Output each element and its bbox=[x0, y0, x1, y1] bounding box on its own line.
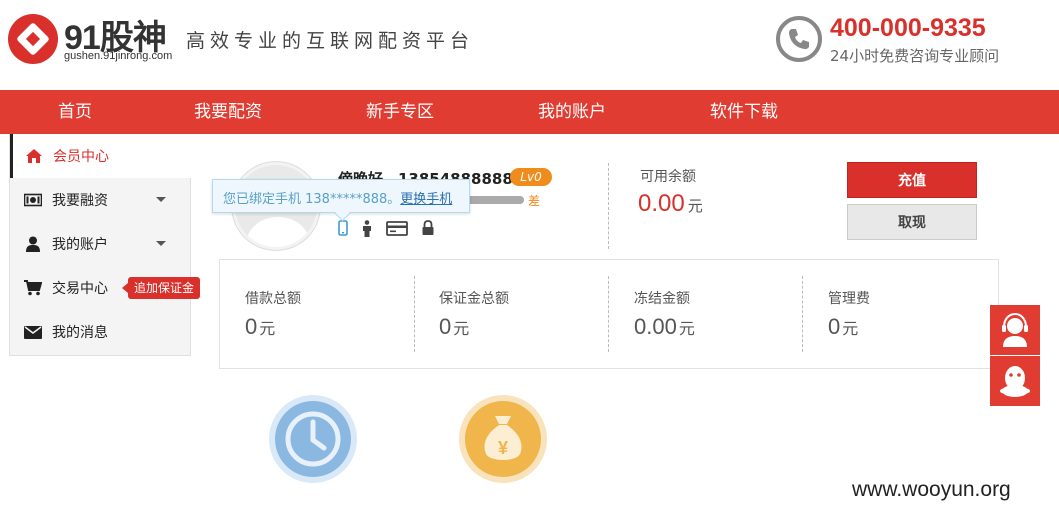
person-icon[interactable] bbox=[361, 220, 373, 238]
phone-binding-tooltip: 您已绑定手机 138*****888。更换手机 bbox=[212, 179, 470, 213]
stat-unit: 元 bbox=[678, 321, 695, 338]
sidebar-label: 我的消息 bbox=[52, 325, 108, 341]
envelope-icon bbox=[24, 326, 42, 339]
stat-amount: 0 bbox=[245, 314, 258, 339]
stat-unit: 元 bbox=[453, 321, 470, 338]
watermark: www.wooyun.org bbox=[852, 478, 1011, 501]
stat-label: 保证金总额 bbox=[439, 291, 509, 307]
clock-icon[interactable] bbox=[268, 394, 358, 484]
stat-label: 冻结金额 bbox=[634, 291, 690, 307]
sidebar-item-messages[interactable]: 我的消息 bbox=[10, 310, 192, 354]
stat-management-fee: 管理费 0元 bbox=[803, 260, 997, 368]
stat-amount: 0 bbox=[828, 314, 841, 339]
change-phone-link[interactable]: 更换手机 bbox=[400, 192, 452, 207]
logo-icon[interactable] bbox=[8, 14, 58, 64]
customer-service-button[interactable] bbox=[990, 305, 1040, 355]
stat-value: 0元 bbox=[245, 314, 275, 340]
add-margin-tag[interactable]: 追加保证金 bbox=[121, 277, 201, 299]
withdraw-button[interactable]: 取现 bbox=[847, 204, 977, 240]
qq-icon bbox=[1000, 366, 1030, 397]
sidebar-item-my-account[interactable]: 我的账户 bbox=[10, 222, 192, 266]
mobile-icon[interactable] bbox=[338, 220, 348, 236]
headset-icon bbox=[1002, 312, 1028, 347]
nav-home[interactable]: 首页 bbox=[58, 90, 92, 134]
chevron-down-icon[interactable] bbox=[156, 197, 166, 202]
phone-icon bbox=[776, 16, 822, 62]
money-bag-icon[interactable]: ¥ bbox=[458, 394, 548, 484]
nav-margin-financing[interactable]: 我要配资 bbox=[194, 90, 262, 134]
stat-unit: 元 bbox=[842, 321, 859, 338]
hotline-subtitle: 24小时免费咨询专业顾问 bbox=[830, 47, 1000, 65]
level-badge: Lv0 bbox=[510, 168, 552, 186]
site-header: 91股神 gushen.91jinrong.com 高效专业的互联网配资平台 4… bbox=[0, 0, 1059, 90]
sidebar-label: 会员中心 bbox=[53, 149, 109, 165]
security-strength-label: 差 bbox=[528, 194, 541, 208]
stat-margin-total: 保证金总额 0元 bbox=[414, 260, 608, 368]
stat-amount: 0 bbox=[439, 314, 452, 339]
divider bbox=[608, 163, 609, 249]
lock-icon[interactable] bbox=[421, 220, 435, 236]
stat-value: 0.00 元 bbox=[634, 314, 695, 340]
cart-icon bbox=[24, 280, 42, 296]
svg-text:¥: ¥ bbox=[498, 438, 508, 458]
sidebar: 会员中心 我要融资 我的账户 交易中心 我的消息 bbox=[9, 134, 192, 356]
nav-my-account[interactable]: 我的账户 bbox=[538, 90, 606, 134]
stat-unit: 元 bbox=[259, 321, 276, 338]
stat-label: 管理费 bbox=[828, 291, 870, 307]
sidebar-label: 交易中心 bbox=[52, 281, 108, 297]
available-balance-value: 0.00 元 bbox=[638, 190, 703, 218]
home-icon bbox=[26, 149, 42, 163]
stat-frozen-amount: 冻结金额 0.00 元 bbox=[609, 260, 803, 368]
account-stats-panel: 借款总额 0元 保证金总额 0元 冻结金额 0.00 元 管理费 0元 bbox=[219, 259, 999, 369]
logo-url: gushen.91jinrong.com bbox=[64, 50, 173, 62]
balance-amount: 0.00 bbox=[638, 190, 685, 217]
qq-chat-button[interactable] bbox=[990, 356, 1040, 406]
available-balance-label: 可用余额 bbox=[640, 169, 696, 185]
hotline-number: 400-000-9335 bbox=[830, 14, 986, 42]
tooltip-text: 您已绑定手机 138*****888。 bbox=[223, 192, 401, 207]
sidebar-item-member-center[interactable]: 会员中心 bbox=[10, 134, 192, 178]
stat-amount: 0.00 bbox=[634, 314, 677, 339]
main-nav: 首页 我要配资 新手专区 我的账户 软件下载 bbox=[0, 90, 1059, 134]
bank-card-icon[interactable] bbox=[386, 220, 408, 236]
money-icon bbox=[24, 193, 42, 207]
sidebar-label: 我要融资 bbox=[52, 193, 108, 209]
stat-label: 借款总额 bbox=[245, 291, 301, 307]
sidebar-item-financing[interactable]: 我要融资 bbox=[10, 178, 192, 222]
slogan: 高效专业的互联网配资平台 bbox=[186, 30, 475, 52]
stat-loan-total: 借款总额 0元 bbox=[220, 260, 414, 368]
nav-software-download[interactable]: 软件下载 bbox=[710, 90, 778, 134]
nav-beginner-zone[interactable]: 新手专区 bbox=[366, 90, 434, 134]
stat-value: 0元 bbox=[439, 314, 469, 340]
recharge-button[interactable]: 充值 bbox=[847, 162, 977, 198]
stat-value: 0元 bbox=[828, 314, 858, 340]
balance-unit: 元 bbox=[687, 198, 703, 215]
user-icon bbox=[26, 236, 40, 252]
sidebar-label: 我的账户 bbox=[52, 237, 108, 253]
chevron-down-icon[interactable] bbox=[156, 241, 166, 246]
